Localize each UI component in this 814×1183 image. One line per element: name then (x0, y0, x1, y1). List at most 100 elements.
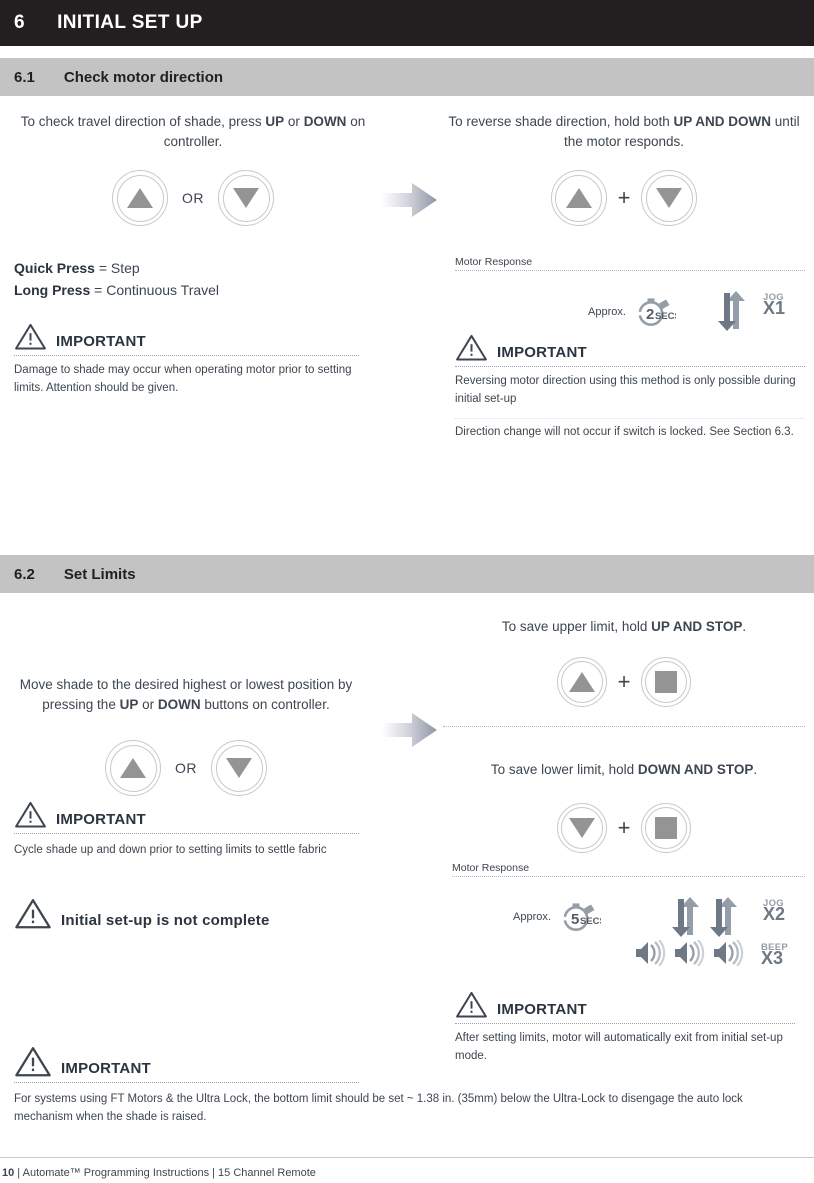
page-root: 6 INITIAL SET UP 6.1 Check motor directi… (0, 0, 814, 1183)
long-press-label: Long Press (14, 282, 91, 298)
reverse-text-pre: To reverse shade direction, hold both (448, 114, 674, 129)
up-button-6-2-right[interactable] (556, 657, 607, 707)
jog-double-arrow-icon-b (710, 897, 737, 937)
square-stop-icon (655, 671, 678, 693)
motor-response-label: Motor Response (452, 862, 530, 874)
chapter-number: 6 (14, 12, 26, 33)
setlimits-bold-up: UP (119, 697, 139, 712)
motor-response-block-6-1: Motor Response (455, 256, 805, 271)
important-body-text: After setting limits, motor will automat… (455, 1032, 783, 1062)
up-or-down-button-row-6-2: OR (12, 740, 360, 796)
upper-lower-divider (443, 726, 805, 727)
instr-text-mid: or (284, 114, 304, 129)
instr-bold-up: UP (265, 114, 285, 129)
triangle-up-icon (120, 758, 146, 778)
jog-count-6-1: JOG X1 (763, 292, 786, 318)
reverse-direction-instruction: To reverse shade direction, hold both UP… (443, 112, 805, 152)
up-button-6-2[interactable] (105, 740, 161, 796)
flow-arrow-right-icon-6-2 (382, 713, 437, 747)
important-callout-6-1-right: IMPORTANT Reversing motor direction usin… (455, 333, 805, 441)
chapter-title: INITIAL SET UP (57, 12, 203, 33)
timer-unit: SECS (655, 311, 676, 322)
check-direction-instruction: To check travel direction of shade, pres… (12, 112, 374, 152)
lower-limit-instruction: To save lower limit, hold DOWN AND STOP. (443, 760, 805, 780)
triangle-up-icon (127, 188, 153, 208)
section-header-6-2: 6.2 Set Limits (0, 555, 814, 593)
plus-joiner: + (617, 815, 631, 840)
dotted-divider (14, 355, 359, 356)
important-body-text-2: Direction change will not occur if switc… (455, 426, 794, 438)
triangle-down-icon (568, 818, 595, 838)
setlimits-text-post: buttons on controller. (200, 697, 330, 712)
down-button-6-2-right[interactable] (556, 803, 607, 853)
beep-count-value: X3 (761, 948, 784, 968)
motor-response-divider (452, 876, 805, 877)
important-callout-6-2-left-3: IMPORTANT (14, 1045, 359, 1088)
important-callout-6-2-left-1: IMPORTANT Cycle shade up and down prior … (14, 800, 359, 859)
warning-triangle-icon (456, 991, 487, 1018)
plus-joiner: + (617, 669, 631, 694)
important-callout-6-1-left: IMPORTANT Damage to shade may occur when… (14, 322, 359, 397)
quick-press-value: = Step (94, 260, 140, 276)
approx-timer-6-1: Approx. 2 SECS (588, 298, 676, 326)
section-title-6-1: Check motor direction (63, 68, 224, 86)
important-body-text: Damage to shade may occur when operating… (14, 364, 352, 394)
instr-bold-down: DOWN (303, 114, 347, 129)
setup-not-complete-label: Initial set-up is not complete (61, 912, 270, 929)
motor-response-block-6-2: Motor Response (452, 862, 805, 877)
up-button-6-1[interactable] (112, 170, 168, 226)
jog-count-value: X1 (763, 298, 786, 318)
triangle-down-icon (233, 188, 259, 208)
speaker-beep-icon-b (675, 940, 705, 966)
important-label: IMPORTANT (497, 1001, 587, 1018)
warning-triangle-icon (15, 323, 46, 350)
important-label: IMPORTANT (497, 344, 587, 361)
faint-divider (455, 418, 805, 419)
section-header-6-1: 6.1 Check motor direction (0, 58, 814, 96)
footer-text: | Automate™ Programming Instructions | 1… (14, 1167, 316, 1179)
chapter-header-bar: 6 INITIAL SET UP (0, 0, 814, 46)
set-limits-instruction: Move shade to the desired highest or low… (12, 675, 360, 715)
important-label: IMPORTANT (61, 1060, 151, 1077)
lower-bold-downstop: DOWN AND STOP (637, 762, 754, 777)
upper-bold-upstop: UP AND STOP (651, 619, 743, 634)
quick-press-legend: Quick Press = Step (14, 257, 140, 279)
down-button-6-1[interactable] (218, 170, 274, 226)
setup-not-complete-callout: Initial set-up is not complete (14, 897, 359, 930)
jog-double-arrow-icon-a (672, 897, 699, 937)
triangle-up-icon (568, 672, 595, 692)
warning-triangle-icon (456, 334, 487, 361)
down-button-6-2[interactable] (211, 740, 267, 796)
ultra-lock-body-text: For systems using FT Motors & the Ultra … (14, 1093, 743, 1123)
instr-text-pre: To check travel direction of shade, pres… (20, 114, 266, 129)
important-callout-6-2-right: IMPORTANT After setting limits, motor wi… (455, 990, 795, 1065)
jog-count-value: X2 (763, 904, 786, 924)
stop-button-lower[interactable] (641, 803, 692, 853)
speaker-beep-icon-a (636, 940, 666, 966)
triangle-up-icon (565, 188, 592, 208)
warning-triangle-icon (15, 801, 46, 828)
up-button-6-1-right[interactable] (550, 170, 607, 226)
square-stop-icon (655, 817, 678, 839)
warning-triangle-icon (15, 1047, 51, 1077)
triangle-down-icon (656, 188, 683, 208)
down-button-6-1-right[interactable] (641, 170, 698, 226)
footer-page-number: 10 (2, 1167, 15, 1179)
down-plus-stop-button-row: + (443, 803, 805, 853)
stop-button-upper[interactable] (641, 657, 692, 707)
lower-text-post: . (753, 762, 758, 777)
beep-count-6-2: BEEP X3 (761, 942, 788, 968)
motor-response-divider (455, 270, 805, 271)
up-or-down-button-row-6-1: OR (12, 170, 374, 226)
important-body-text: Cycle shade up and down prior to setting… (14, 844, 327, 856)
section-number-6-1: 6.1 (14, 68, 35, 86)
dotted-divider (455, 1023, 795, 1024)
plus-joiner: + (617, 185, 631, 210)
section-title-6-2: Set Limits (63, 565, 136, 583)
motor-response-label: Motor Response (455, 256, 533, 268)
important-body-text-1: Reversing motor direction using this met… (455, 375, 796, 405)
stopwatch-icon: 5 SECS (559, 903, 601, 931)
up-plus-down-button-row-6-1: + (443, 170, 805, 226)
important-label: IMPORTANT (56, 811, 146, 828)
or-label-6-1: OR (182, 190, 204, 206)
